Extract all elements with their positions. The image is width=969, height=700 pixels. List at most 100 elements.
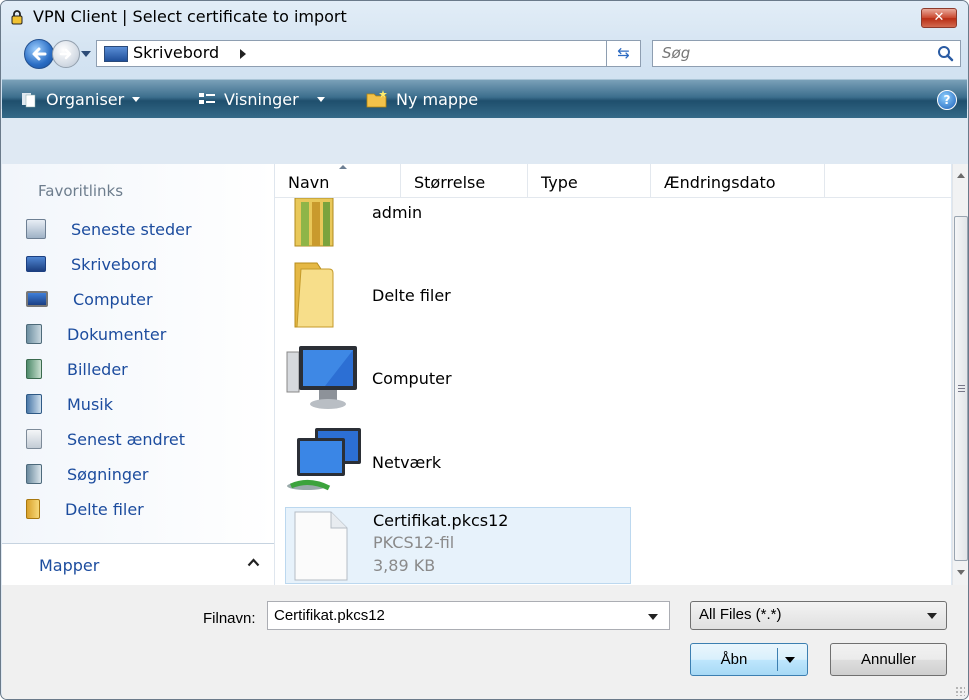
desktop-icon [104, 46, 128, 62]
file-open-dialog: VPN Client | Select certificate to impor… [0, 0, 969, 700]
column-header-name[interactable]: Navn [275, 164, 401, 197]
column-header-type[interactable]: Type [528, 164, 651, 197]
new-folder-button[interactable]: Ny mappe [366, 80, 478, 118]
folder-icon [294, 262, 334, 328]
file-name: Netværk [372, 453, 442, 472]
folders-label: Mapper [39, 556, 100, 575]
column-header-label: Type [541, 173, 578, 192]
sidebar-item-pictures[interactable]: Billeder [26, 357, 128, 381]
list-item[interactable]: Delte filer [285, 257, 631, 335]
search-icon[interactable] [937, 45, 954, 62]
window-title: VPN Client | Select certificate to impor… [33, 7, 347, 26]
folders-toggle[interactable]: Mapper [2, 543, 274, 586]
file-size: 3,89 KB [373, 556, 436, 575]
refresh-button[interactable]: ⇆ [606, 40, 641, 67]
list-item[interactable]: Netværk [285, 424, 631, 502]
filename-field[interactable]: Certifikat.pkcs12 [267, 601, 670, 630]
search-placeholder: Søg [662, 44, 691, 62]
cancel-button[interactable]: Annuller [830, 643, 947, 676]
sidebar-item-documents[interactable]: Dokumenter [26, 322, 166, 346]
sidebar-item-computer[interactable]: Computer [26, 287, 153, 311]
searches-icon [26, 464, 42, 484]
list-item-selected[interactable]: Certifikat.pkcs12 PKCS12-fil 3,89 KB [285, 507, 631, 584]
vertical-scrollbar[interactable] [952, 164, 968, 585]
resize-grip-icon[interactable] [955, 686, 965, 696]
computer-icon [286, 346, 357, 409]
filename-label: Filnavn: [203, 610, 256, 627]
help-icon[interactable]: ? [937, 90, 957, 110]
file-type-select[interactable]: All Files (*.*) [690, 601, 947, 630]
dialog-footer: Filnavn: Certifikat.pkcs12 All Files (*.… [2, 585, 968, 699]
command-toolbar: Organiser Visninger Ny mappe ? [2, 79, 967, 118]
file-type: PKCS12-fil [373, 533, 455, 552]
back-button[interactable] [24, 39, 54, 69]
navigation-pane: Favoritlinks Seneste steder Skrivebord C… [2, 164, 275, 586]
sidebar-item-label: Senest ændret [67, 429, 186, 449]
grip-icon [958, 385, 965, 386]
title-bar[interactable]: VPN Client | Select certificate to impor… [1, 1, 968, 31]
scroll-down-icon[interactable] [957, 570, 965, 575]
sidebar-item-label: Seneste steder [71, 219, 192, 239]
chevron-up-icon[interactable] [247, 558, 260, 567]
views-icon [199, 93, 215, 104]
desktop-icon [26, 256, 46, 272]
sidebar-item-label: Skrivebord [71, 254, 158, 274]
organize-menu[interactable]: Organiser [20, 80, 141, 118]
sidebar-item-label: Dokumenter [67, 324, 167, 344]
sidebar-item-label: Søgninger [67, 464, 149, 484]
sidebar-item-recent-places[interactable]: Seneste steder [26, 217, 192, 241]
navigation-bar: Skrivebord ⇆ Søg [1, 31, 968, 71]
favorite-links-heading: Favoritlinks [38, 182, 124, 200]
file-name: Certifikat.pkcs12 [373, 511, 509, 530]
organize-label: Organiser [46, 89, 125, 109]
shared-files-icon [26, 499, 40, 519]
sidebar-item-desktop[interactable]: Skrivebord [26, 252, 157, 276]
sidebar-item-label: Musik [67, 394, 113, 414]
close-button[interactable]: ✕ [921, 8, 957, 28]
sidebar-item-label: Computer [73, 289, 153, 309]
recently-changed-icon [26, 429, 42, 449]
network-icon [287, 428, 361, 491]
recent-pages-dropdown[interactable] [81, 51, 91, 57]
music-icon [26, 394, 42, 414]
sidebar-item-music[interactable]: Musik [26, 392, 113, 416]
column-header-size[interactable]: Størrelse [401, 164, 528, 197]
user-folder-icon [294, 198, 334, 247]
scroll-up-icon[interactable] [957, 173, 965, 178]
file-name: Delte filer [372, 286, 451, 305]
file-name: admin [372, 203, 423, 222]
file-list-pane: Navn Størrelse Type Ændringsdato admin D… [275, 164, 951, 585]
list-item[interactable]: Computer [285, 340, 631, 418]
documents-icon [26, 324, 42, 344]
column-header-label: Størrelse [414, 173, 486, 192]
organize-dropdown-icon [132, 96, 141, 102]
search-input[interactable]: Søg [652, 40, 961, 67]
list-item[interactable]: admin [285, 198, 631, 254]
back-arrow-icon [32, 47, 47, 61]
column-header-modified[interactable]: Ændringsdato [651, 164, 825, 197]
padlock-icon [11, 10, 23, 25]
filename-dropdown-icon[interactable] [648, 614, 658, 620]
open-options-dropdown-icon[interactable] [785, 657, 795, 663]
column-header-row: Navn Størrelse Type Ændringsdato [275, 164, 951, 198]
favorite-links-panel: Favoritlinks Seneste steder Skrivebord C… [2, 164, 274, 543]
sidebar-item-shared-files[interactable]: Delte filer [26, 497, 144, 521]
computer-icon [26, 291, 48, 307]
address-bar[interactable]: Skrivebord [96, 40, 690, 67]
file-icon [294, 511, 348, 581]
views-dropdown-icon [316, 96, 325, 102]
new-folder-icon [366, 90, 387, 108]
pictures-icon [26, 359, 42, 379]
open-button[interactable]: Åbn [690, 643, 808, 676]
split-divider [777, 648, 778, 671]
sidebar-item-recently-changed[interactable]: Senest ændret [26, 427, 185, 451]
scrollbar-thumb[interactable] [954, 216, 968, 561]
sidebar-item-searches[interactable]: Søgninger [26, 462, 148, 486]
breadcrumb-chevron-icon[interactable] [240, 49, 246, 59]
forward-button[interactable] [52, 40, 80, 68]
sidebar-item-label: Delte filer [65, 499, 144, 519]
recent-places-icon [26, 219, 46, 239]
address-text: Skrivebord [133, 43, 220, 62]
views-menu[interactable]: Visninger [198, 80, 325, 118]
organize-icon [22, 93, 36, 108]
